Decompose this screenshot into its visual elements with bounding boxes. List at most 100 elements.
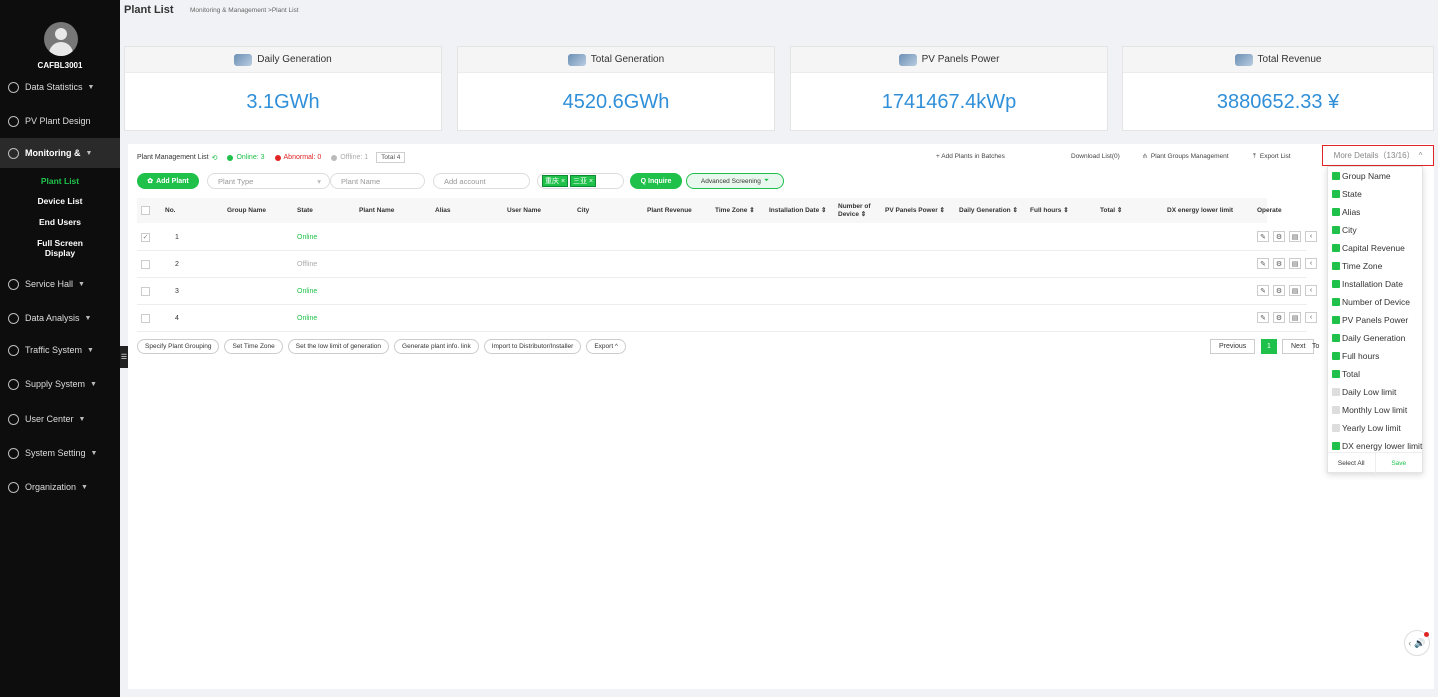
row-checkbox[interactable]: ✓ — [141, 224, 150, 251]
select-all-button[interactable]: Select All — [1328, 453, 1375, 473]
checkbox-checked-icon[interactable] — [1332, 352, 1340, 360]
plant-groups-management-button[interactable]: ⫛ Plant Groups Management — [1143, 153, 1229, 161]
column-option[interactable]: PV Panels Power — [1328, 311, 1422, 329]
settings-icon[interactable]: ⚙ — [1273, 231, 1285, 242]
specify-plant-grouping-button[interactable]: Specify Plant Grouping — [137, 339, 220, 354]
col-full-hours[interactable]: Full hours ⇕ — [1030, 198, 1069, 223]
report-icon[interactable]: ▤ — [1289, 258, 1301, 269]
abnormal-count[interactable]: Abnormal: 0 — [284, 154, 322, 161]
notification-button[interactable]: ‹ 🔊 — [1404, 630, 1430, 656]
next-page-button[interactable]: Next — [1282, 339, 1315, 354]
sidebar-item-traffic-system[interactable]: Traffic System ▼ — [0, 335, 120, 365]
select-all-checkbox[interactable] — [141, 198, 150, 223]
sidebar-item-service-hall[interactable]: Service Hall ▼ — [0, 269, 120, 299]
edit-icon[interactable]: ✎ — [1257, 312, 1269, 323]
sidebar-item-pv-plant-design[interactable]: PV Plant Design — [0, 106, 120, 136]
column-option[interactable]: Installation Date — [1328, 275, 1422, 293]
table-row[interactable]: 3 Online ✎ ⚙ ▤ ‹ — [137, 278, 1317, 305]
checkbox-checked-icon[interactable] — [1332, 262, 1340, 270]
plant-type-select[interactable]: Plant Type ▾ — [207, 173, 330, 189]
sidebar-item-supply-system[interactable]: Supply System ▼ — [0, 369, 120, 399]
column-option[interactable]: Total — [1328, 365, 1422, 383]
row-checkbox[interactable] — [141, 278, 150, 305]
table-row[interactable]: 2 Offline ✎ ⚙ ▤ ‹ — [137, 251, 1317, 278]
checkbox-checked-icon[interactable] — [1332, 334, 1340, 342]
sidebar-subitem-full-screen[interactable]: Full Screen Display — [0, 238, 120, 258]
checkbox-checked-icon[interactable] — [1332, 244, 1340, 252]
sidebar-item-data-statistics[interactable]: Data Statistics ▼ — [0, 72, 120, 102]
offline-count[interactable]: Offline: 1 — [340, 154, 368, 161]
edit-icon[interactable]: ✎ — [1257, 258, 1269, 269]
refresh-icon[interactable]: ⟲ — [212, 154, 218, 162]
checkbox-checked-icon[interactable] — [1332, 316, 1340, 324]
checkbox-checked-icon[interactable] — [1332, 208, 1340, 216]
checkbox-checked-icon[interactable] — [1332, 370, 1340, 378]
generate-link-button[interactable]: Generate plant info. link — [394, 339, 479, 354]
current-page[interactable]: 1 — [1261, 339, 1277, 354]
checkbox-checked-icon[interactable] — [1332, 226, 1340, 234]
edit-icon[interactable]: ✎ — [1257, 231, 1269, 242]
col-number-of-device[interactable]: Number of Device ⇕ — [838, 198, 878, 223]
column-option[interactable]: State — [1328, 185, 1422, 203]
sidebar-item-system-setting[interactable]: System Setting ▼ — [0, 438, 120, 468]
checkbox-checked-icon[interactable] — [1332, 190, 1340, 198]
add-plants-batches-button[interactable]: + Add Plants in Batches — [936, 153, 1005, 160]
add-plant-button[interactable]: ✿ Add Plant — [137, 173, 199, 189]
col-daily-generation[interactable]: Daily Generation ⇕ — [959, 198, 1018, 223]
col-plant-revenue[interactable]: Plant Revenue — [647, 198, 692, 223]
row-checkbox[interactable] — [141, 251, 150, 278]
col-plant-name[interactable]: Plant Name — [359, 198, 394, 223]
col-state[interactable]: State — [297, 198, 313, 223]
more-icon[interactable]: ‹ — [1305, 312, 1317, 323]
col-city[interactable]: City — [577, 198, 589, 223]
col-alias[interactable]: Alias — [435, 198, 451, 223]
checkbox-unchecked-icon[interactable] — [1332, 388, 1340, 396]
column-option[interactable]: Alias — [1328, 203, 1422, 221]
city-tag[interactable]: 三亚 × — [570, 175, 597, 187]
more-icon[interactable]: ‹ — [1305, 231, 1317, 242]
checkbox-checked-icon[interactable] — [1332, 442, 1340, 450]
column-option[interactable]: Number of Device — [1328, 293, 1422, 311]
column-option[interactable]: Group Name — [1328, 167, 1422, 185]
table-row[interactable]: ✓ 1 Online ✎ ⚙ ▤ ‹ — [137, 224, 1317, 251]
checkbox-checked-icon[interactable] — [1332, 280, 1340, 288]
city-tag-select[interactable]: 重庆 × 三亚 × — [537, 173, 624, 189]
settings-icon[interactable]: ⚙ — [1273, 312, 1285, 323]
plant-name-input[interactable]: Plant Name — [330, 173, 425, 189]
col-dx-energy-lower-limit[interactable]: DX energy lower limit — [1167, 198, 1233, 223]
online-count[interactable]: Online: 3 — [236, 154, 264, 161]
sidebar-item-organization[interactable]: Organization ▼ — [0, 472, 120, 502]
column-option[interactable]: City — [1328, 221, 1422, 239]
col-pv-panels-power[interactable]: PV Panels Power ⇕ — [885, 198, 945, 223]
set-low-limit-button[interactable]: Set the low limit of generation — [287, 339, 390, 354]
column-option[interactable]: Time Zone — [1328, 257, 1422, 275]
checkbox-unchecked-icon[interactable] — [1332, 424, 1340, 432]
sidebar-item-data-analysis[interactable]: Data Analysis ▼ — [0, 303, 120, 333]
column-option[interactable]: Full hours — [1328, 347, 1422, 365]
col-total[interactable]: Total ⇕ — [1100, 198, 1122, 223]
col-no[interactable]: No. — [165, 198, 175, 223]
sidebar-subitem-device-list[interactable]: Device List — [0, 196, 120, 206]
column-option[interactable]: Monthly Low limit — [1328, 401, 1422, 419]
city-tag[interactable]: 重庆 × — [542, 175, 569, 187]
sidebar-subitem-plant-list[interactable]: Plant List — [0, 176, 120, 186]
inquire-button[interactable]: Q Inquire — [630, 173, 682, 189]
column-option[interactable]: Daily Low limit — [1328, 383, 1422, 401]
set-time-zone-button[interactable]: Set Time Zone — [224, 339, 283, 354]
col-installation-date[interactable]: Installation Date ⇕ — [769, 198, 826, 223]
advanced-screening-button[interactable]: Advanced Screening ⏷ — [686, 173, 784, 189]
total-count[interactable]: Total 4 — [376, 152, 406, 163]
sidebar-item-monitoring[interactable]: Monitoring & ▼ — [0, 138, 120, 168]
download-list-button[interactable]: Download List(0) — [1071, 153, 1120, 160]
checkbox-unchecked-icon[interactable] — [1332, 406, 1340, 414]
settings-icon[interactable]: ⚙ — [1273, 258, 1285, 269]
previous-page-button[interactable]: Previous — [1210, 339, 1256, 354]
settings-icon[interactable]: ⚙ — [1273, 285, 1285, 296]
report-icon[interactable]: ▤ — [1289, 231, 1301, 242]
column-option[interactable]: Daily Generation — [1328, 329, 1422, 347]
checkbox-checked-icon[interactable] — [1332, 172, 1340, 180]
col-user-name[interactable]: User Name — [507, 198, 541, 223]
row-checkbox[interactable] — [141, 305, 150, 332]
export-list-button[interactable]: ⤒ Export List — [1253, 153, 1291, 161]
import-distributor-button[interactable]: Import to Distributor/Installer — [483, 339, 582, 354]
